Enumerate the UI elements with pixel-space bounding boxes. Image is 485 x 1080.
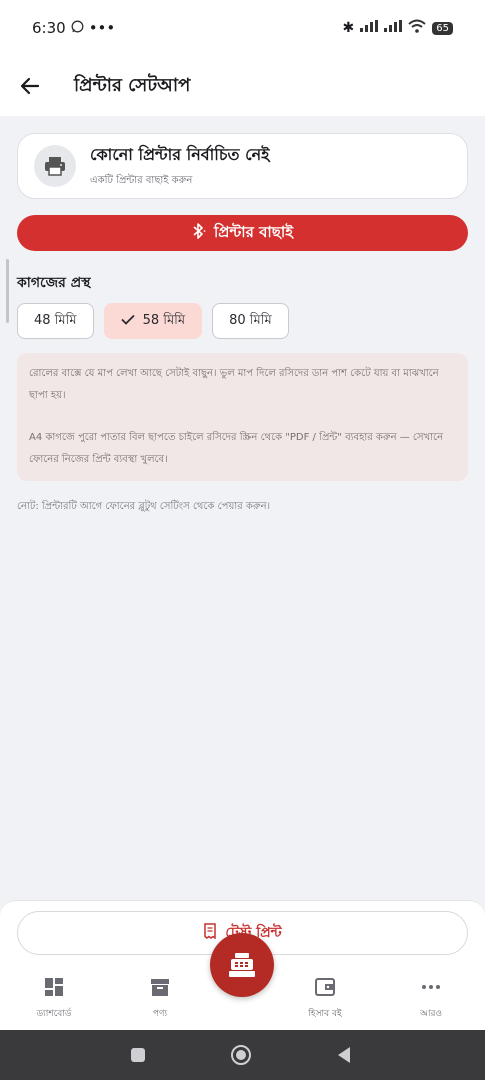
- app-bar: প্রিন্টার সেটআপ: [0, 56, 485, 116]
- chip-label: 58 মিমি: [142, 312, 186, 328]
- chip-label: 48 মিমি: [34, 312, 77, 328]
- nav-label: ড্যাশবোর্ড: [36, 1009, 72, 1019]
- page-title: প্রিন্টার সেটআপ: [74, 74, 191, 96]
- archive-icon: [150, 977, 170, 1000]
- content: কোনো প্রিন্টার নির্বাচিত নেই একটি প্রিন্…: [0, 116, 485, 900]
- chip-label: 80 মিমি: [229, 312, 272, 328]
- bottom-panel: টেস্ট প্রিন্ট ড্যাশবোর্ড পণ্য হিসাব বই আ…: [0, 900, 485, 1030]
- nav-item-products[interactable]: পণ্য: [112, 977, 208, 1021]
- home-icon[interactable]: [230, 1044, 252, 1070]
- info-box: রোলের বাক্সে যে মাপ লেখা আছে সেটাই বাছুন…: [17, 353, 468, 481]
- printer-icon: [34, 145, 76, 187]
- scroll-indicator: [6, 259, 9, 323]
- select-printer-label: প্রিন্টার বাছাই: [213, 222, 294, 241]
- selected-printer-card[interactable]: কোনো প্রিন্টার নির্বাচিত নেই একটি প্রিন্…: [17, 133, 468, 199]
- status-time: 6:30: [32, 19, 66, 37]
- nav-label: হিসাব বই: [308, 1009, 342, 1019]
- battery-icon: 65: [432, 21, 453, 35]
- wifi-icon: [408, 19, 426, 37]
- nav-item-accounts[interactable]: হিসাব বই: [277, 977, 373, 1021]
- back-nav-icon[interactable]: [336, 1046, 352, 1068]
- recent-apps-icon[interactable]: [130, 1047, 146, 1067]
- signal-2-icon: [384, 20, 403, 36]
- info-text-2: A4 কাগজে পুরো পাতার বিল ছাপতে চাইলে রসিদ…: [29, 432, 444, 465]
- paper-size-48-chip[interactable]: 48 মিমি: [17, 303, 94, 339]
- bottom-navigation: ড্যাশবোর্ড পণ্য হিসাব বই আরও: [0, 973, 485, 1029]
- paper-size-options: 48 মিমি 58 মিমি 80 মিমি: [17, 303, 289, 339]
- signal-icon: [360, 20, 379, 36]
- paper-size-title: কাগজের প্রস্থ: [17, 275, 91, 291]
- nav-label: আরও: [419, 1009, 443, 1019]
- whatsapp-icon: [71, 19, 84, 37]
- system-navigation-bar: [0, 1030, 485, 1080]
- more-notifications-icon: •••: [88, 19, 116, 37]
- select-printer-button[interactable]: প্রিন্টার বাছাই: [17, 215, 468, 251]
- paper-size-58-chip[interactable]: 58 মিমি: [103, 303, 203, 339]
- printer-status-subtitle: একটি প্রিন্টার বাছাই করুন: [90, 175, 193, 186]
- bluetooth-status-icon: ✱: [342, 20, 355, 36]
- bluetooth-icon: [192, 223, 206, 243]
- status-bar: 6:30 ••• ✱ 65: [0, 0, 485, 56]
- dashboard-icon: [44, 977, 64, 1000]
- nav-item-dashboard[interactable]: ড্যাশবোর্ড: [6, 977, 102, 1021]
- printer-status-title: কোনো প্রিন্টার নির্বাচিত নেই: [90, 145, 270, 164]
- back-arrow-icon[interactable]: [18, 74, 42, 98]
- receipt-icon: [203, 923, 217, 943]
- paper-size-80-chip[interactable]: 80 মিমি: [212, 303, 289, 339]
- nav-label: পণ্য: [152, 1009, 168, 1019]
- more-icon: [421, 977, 441, 1000]
- nav-item-more[interactable]: আরও: [383, 977, 479, 1021]
- info-text-1: রোলের বাক্সে যে মাপ লেখা আছে সেটাই বাছুন…: [29, 368, 439, 401]
- check-icon: [120, 314, 135, 329]
- bluetooth-note: নোট: প্রিন্টারটি আগে ফোনের ব্লুটুথ সেটিং…: [17, 501, 271, 512]
- wallet-icon: [315, 977, 335, 1000]
